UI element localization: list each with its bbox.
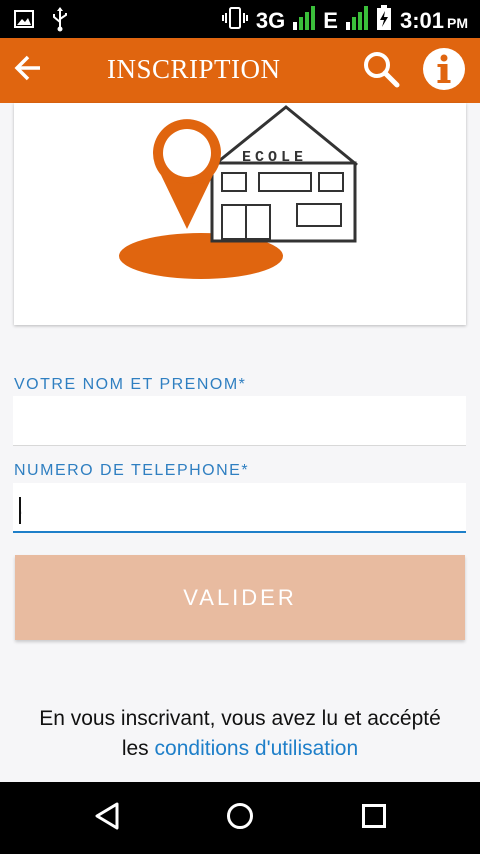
info-icon [422,47,466,96]
school-location-logo: ECOLE [119,105,358,279]
terms-line-1: En vous inscrivant, vous avez lu et accé… [39,707,441,730]
search-button[interactable] [358,48,404,94]
clock-time: 3:01 [399,7,444,33]
terms-line-2: les conditions d'utilisation [0,734,480,764]
signal-icon-2 [345,6,368,35]
vibrate-icon [221,6,248,35]
circle-home-icon [226,802,254,835]
back-button[interactable] [8,50,48,90]
image-icon [14,10,34,33]
usb-icon [52,6,68,37]
phone-input[interactable] [13,483,466,533]
clock: 3:01 PM [400,8,468,34]
validate-button[interactable]: VALIDER [15,555,465,640]
app-bar: INSCRIPTION [0,38,480,103]
nav-back-button[interactable] [85,796,129,840]
name-input[interactable] [13,396,466,446]
phone-field-label: NUMERO DE TELEPHONE* [14,462,250,479]
clock-ampm: PM [447,14,468,31]
page-title: INSCRIPTION [107,54,281,84]
navigation-bar [0,782,480,854]
battery-charging-icon [376,5,392,36]
name-field-label: VOTRE NOM ET PRENOM* [14,376,247,393]
search-icon [362,50,400,93]
network-type-3g: 3G [255,7,286,33]
nav-recents-button[interactable] [352,796,396,840]
network-type-e: E [323,7,338,33]
status-bar: 3G E 3:01 PM [0,0,480,38]
terms-link[interactable]: conditions d'utilisation [155,737,359,760]
terms-text: En vous inscrivant, vous avez lu et accé… [0,704,480,764]
text-caret [19,497,21,524]
arrow-left-icon [14,55,42,86]
terms-prefix: les [121,737,149,760]
building-sign-text: ECOLE [242,149,307,166]
signal-icon [293,6,316,35]
logo-card: ECOLE [14,103,466,325]
nav-home-button[interactable] [218,796,262,840]
triangle-back-icon [94,802,120,835]
info-button[interactable] [421,47,467,96]
square-recents-icon [361,803,387,834]
